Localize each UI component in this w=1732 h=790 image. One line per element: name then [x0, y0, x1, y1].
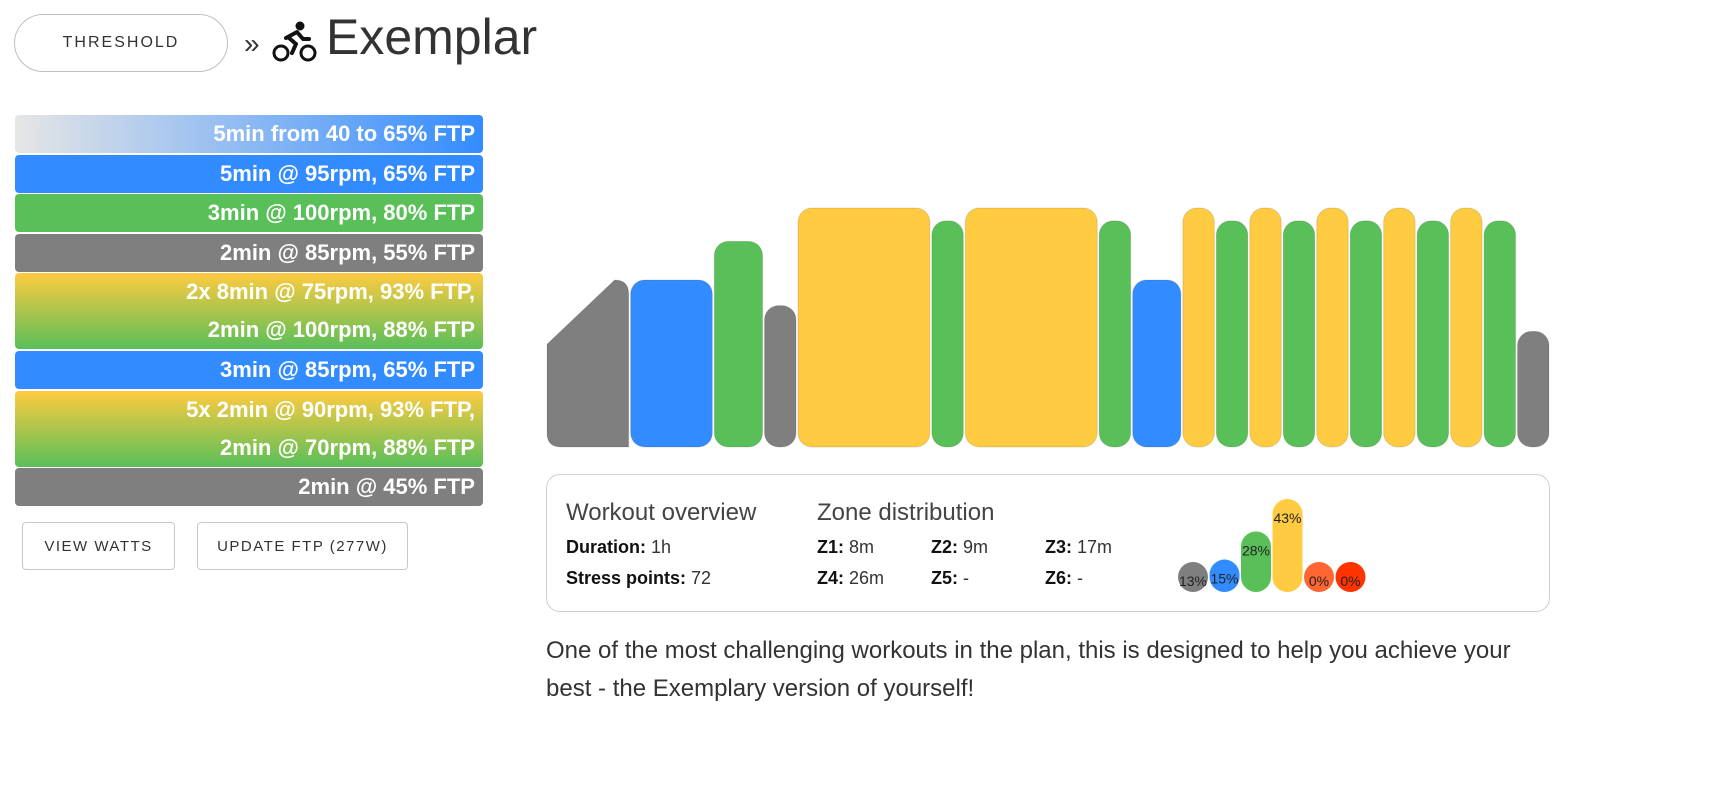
zone-bar-label: 15% [1210, 571, 1238, 587]
interval-bar [1182, 207, 1215, 448]
interval-bar [964, 207, 1098, 448]
workout-step-text: 5min @ 95rpm, 65% FTP [220, 160, 475, 186]
overview-heading: Workout overview [566, 499, 757, 526]
zone-item-z5: Z5: - [931, 568, 970, 588]
workout-step: 5min @ 95rpm, 65% FTP [15, 154, 483, 193]
interval-bar [1132, 279, 1182, 448]
stress-label: Stress points: [566, 568, 687, 588]
zone-item-z4: Z4: 26m [817, 568, 885, 588]
workout-step: 2min @ 45% FTP [15, 468, 483, 507]
zone-distribution-chart: 13% 15%28%43% 0% 0% [1178, 499, 1366, 592]
workout-step: 5x 2min @ 90rpm, 93% FTP, 2min @ 70rpm, 8… [15, 390, 483, 467]
zone-distribution-heading: Zone distribution [817, 499, 995, 526]
interval-bar [713, 240, 764, 448]
workout-category-button[interactable]: THRESHOLD [14, 14, 228, 72]
interval-bar [1383, 207, 1416, 448]
zone-item-z1: Z1: 8m [817, 537, 875, 557]
duration-label: Duration: [566, 537, 646, 557]
workout-step-text: 5x 2min @ 90rpm, 93% FTP, [186, 396, 475, 422]
workout-step-text: 2min @ 70rpm, 88% FTP [220, 434, 475, 460]
interval-bar [1282, 220, 1316, 448]
workout-step: 3min @ 100rpm, 80% FTP [15, 194, 483, 233]
interval-bar [1450, 207, 1483, 448]
workout-step: 5min from 40 to 65% FTP [15, 115, 483, 153]
interval-bar [1349, 220, 1383, 448]
interval-bar [1416, 220, 1450, 448]
cyclist-icon [272, 20, 318, 64]
interval-bar [630, 279, 713, 448]
workout-step-text: 3min @ 100rpm, 80% FTP [207, 200, 475, 226]
workout-overview-panel: Workout overview Duration: 1h Stress poi… [546, 474, 1550, 612]
workout-step-text: 2min @ 85rpm, 55% FTP [220, 239, 475, 265]
workout-title: Exemplar [326, 9, 538, 65]
workout-profile-chart [546, 207, 1550, 448]
zone-bar-label: 43% [1273, 510, 1301, 526]
interval-bar [1483, 220, 1517, 448]
interval-bar [1215, 220, 1249, 448]
workout-step-text: 2x 8min @ 75rpm, 93% FTP, [186, 279, 475, 305]
zone-bar [1241, 531, 1271, 592]
duration-value: 1h [651, 537, 672, 557]
ramp-segment [546, 279, 630, 448]
interval-bar [931, 220, 964, 448]
view-watts-button[interactable]: VIEW WATTS [22, 522, 175, 570]
zone-bar-label: 28% [1242, 542, 1270, 558]
zone-bar-label: 13% [1179, 573, 1207, 589]
workout-description: One of the most challenging workouts in … [546, 637, 1511, 702]
interval-bar [1249, 207, 1282, 448]
interval-bar [1098, 220, 1132, 448]
zone-item-z6: Z6: - [1045, 568, 1084, 588]
workout-step: 3min @ 85rpm, 65% FTP [15, 351, 483, 389]
workout-step-text: 2min @ 100rpm, 88% FTP [207, 317, 475, 343]
workout-step-text: 3min @ 85rpm, 65% FTP [220, 357, 475, 382]
interval-bar [764, 305, 797, 448]
workout-step: 2min @ 85rpm, 55% FTP [15, 233, 483, 272]
zone-item-z3: Z3: 17m [1045, 537, 1113, 557]
zone-bar-label: 0% [1309, 573, 1329, 589]
workout-step-text: 2min @ 45% FTP [298, 474, 475, 500]
interval-bar [797, 207, 931, 448]
breadcrumb-separator: » [244, 28, 260, 59]
workout-step: 2x 8min @ 75rpm, 93% FTP, 2min @ 100rpm, … [15, 273, 483, 350]
zone-item-z2: Z2: 9m [931, 537, 989, 557]
workout-step-text: 5min from 40 to 65% FTP [213, 121, 475, 146]
interval-bar [1316, 207, 1349, 448]
update-ftp-button[interactable]: UPDATE FTP (277W) [197, 522, 408, 570]
zone-bar-label: 0% [1340, 573, 1360, 589]
stress-value: 72 [691, 568, 712, 588]
interval-bar [1517, 330, 1550, 448]
stress-row: Stress points: 72 [566, 568, 711, 589]
duration-row: Duration: 1h [566, 537, 671, 558]
